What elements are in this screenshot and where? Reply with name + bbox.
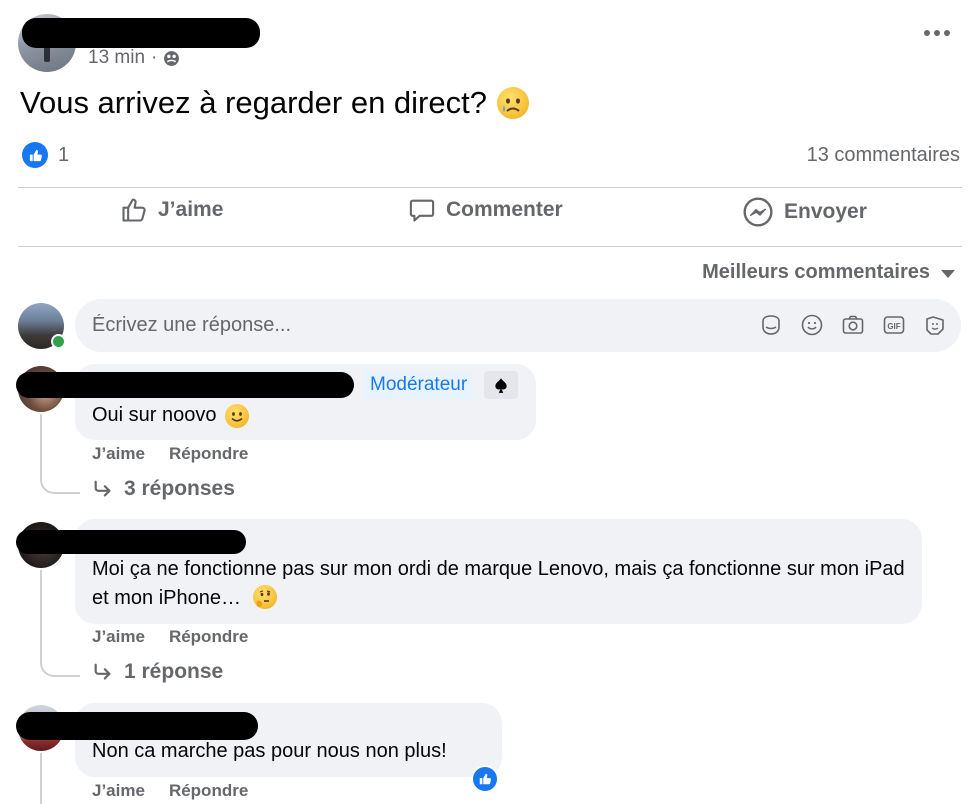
- divider: [18, 187, 962, 188]
- thread-line: [40, 414, 42, 478]
- chevron-down-icon[interactable]: [941, 270, 955, 278]
- thread-curve: [40, 474, 80, 494]
- like-label: J’aime: [158, 198, 224, 221]
- sad-emoji-icon: [496, 87, 529, 119]
- reply-arrow-icon: [94, 663, 111, 680]
- redacted-commenter-name: [16, 712, 258, 740]
- post-time[interactable]: 13 min: [88, 47, 145, 69]
- comment-reply-button[interactable]: Répondre: [169, 627, 248, 647]
- comment-text: Oui sur noovo: [92, 404, 217, 426]
- comment-icon: [409, 199, 435, 222]
- comment-reply-button[interactable]: Répondre: [169, 781, 248, 801]
- camera-icon[interactable]: [841, 313, 865, 337]
- moderator-icon: [484, 371, 518, 399]
- post-text-row: Vous arrivez à regarder en direct?: [20, 85, 529, 121]
- send-label: Envoyer: [784, 200, 867, 223]
- reply-box[interactable]: GIF: [75, 299, 961, 352]
- like-reaction-badge[interactable]: [22, 142, 48, 168]
- thread-line: [40, 753, 42, 804]
- like-icon: [29, 149, 42, 161]
- more-icon: [924, 30, 930, 36]
- comment-like-button[interactable]: J’aime: [92, 444, 145, 464]
- emoji-icon[interactable]: [800, 313, 824, 337]
- send-button[interactable]: Envoyer: [742, 196, 867, 228]
- avatar-sticker-icon[interactable]: [923, 313, 947, 337]
- reply-arrow-icon: [94, 480, 111, 497]
- like-count[interactable]: 1: [58, 144, 69, 167]
- comment-actions: J’aime Répondre: [92, 627, 248, 647]
- comment-reply-button[interactable]: Répondre: [169, 444, 248, 464]
- comment-actions: J’aime Répondre: [92, 781, 248, 801]
- thread-line: [40, 570, 42, 661]
- moderator-badge: Modérateur: [364, 371, 474, 399]
- replies-label: 3 réponses: [124, 477, 235, 500]
- comment-like-button[interactable]: J’aime: [92, 627, 145, 647]
- redacted-author-name: [22, 18, 260, 48]
- meta-separator: ·: [151, 47, 158, 68]
- messenger-icon: [743, 197, 773, 227]
- more-options-button[interactable]: [924, 30, 950, 36]
- replies-label: 1 réponse: [124, 660, 224, 683]
- comment-text: Non ca marche pas pour nous non plus!: [92, 740, 447, 762]
- sticker-icon[interactable]: [759, 313, 783, 337]
- like-icon: [479, 773, 491, 785]
- like-button[interactable]: J’aime: [120, 196, 223, 224]
- sort-dropdown[interactable]: Meilleurs commentaires: [702, 261, 930, 284]
- thinking-emoji-icon: [252, 585, 277, 609]
- globe-icon: [164, 50, 180, 66]
- like-outline-icon: [122, 198, 146, 222]
- view-replies-button[interactable]: 3 réponses: [92, 477, 235, 501]
- online-status-dot: [51, 334, 66, 349]
- comment-like-button[interactable]: J’aime: [92, 781, 145, 801]
- comment-like-reaction-badge[interactable]: [471, 765, 499, 793]
- comment-text: Moi ça ne fonctionne pas sur mon ordi de…: [92, 558, 905, 609]
- post-meta: 13 min ·: [88, 47, 180, 69]
- comment-text-row: Oui sur noovo: [92, 401, 249, 430]
- comment-text-block: Moi ça ne fonctionne pas sur mon ordi de…: [92, 555, 912, 613]
- comment-actions: J’aime Répondre: [92, 444, 248, 464]
- reply-input[interactable]: [92, 314, 692, 337]
- post-text: Vous arrivez à regarder en direct?: [20, 85, 487, 120]
- comments-count[interactable]: 13 commentaires: [807, 144, 960, 167]
- redacted-commenter-name: [16, 372, 354, 398]
- divider: [18, 246, 962, 247]
- comment-button[interactable]: Commenter: [408, 196, 563, 224]
- redacted-commenter-name: [16, 530, 246, 554]
- thread-curve: [40, 657, 80, 677]
- view-replies-button[interactable]: 1 réponse: [92, 660, 223, 684]
- svg-text:GIF: GIF: [887, 322, 900, 331]
- gif-icon[interactable]: GIF: [882, 313, 906, 337]
- smile-emoji-icon: [224, 403, 249, 428]
- comment-label: Commenter: [446, 198, 563, 221]
